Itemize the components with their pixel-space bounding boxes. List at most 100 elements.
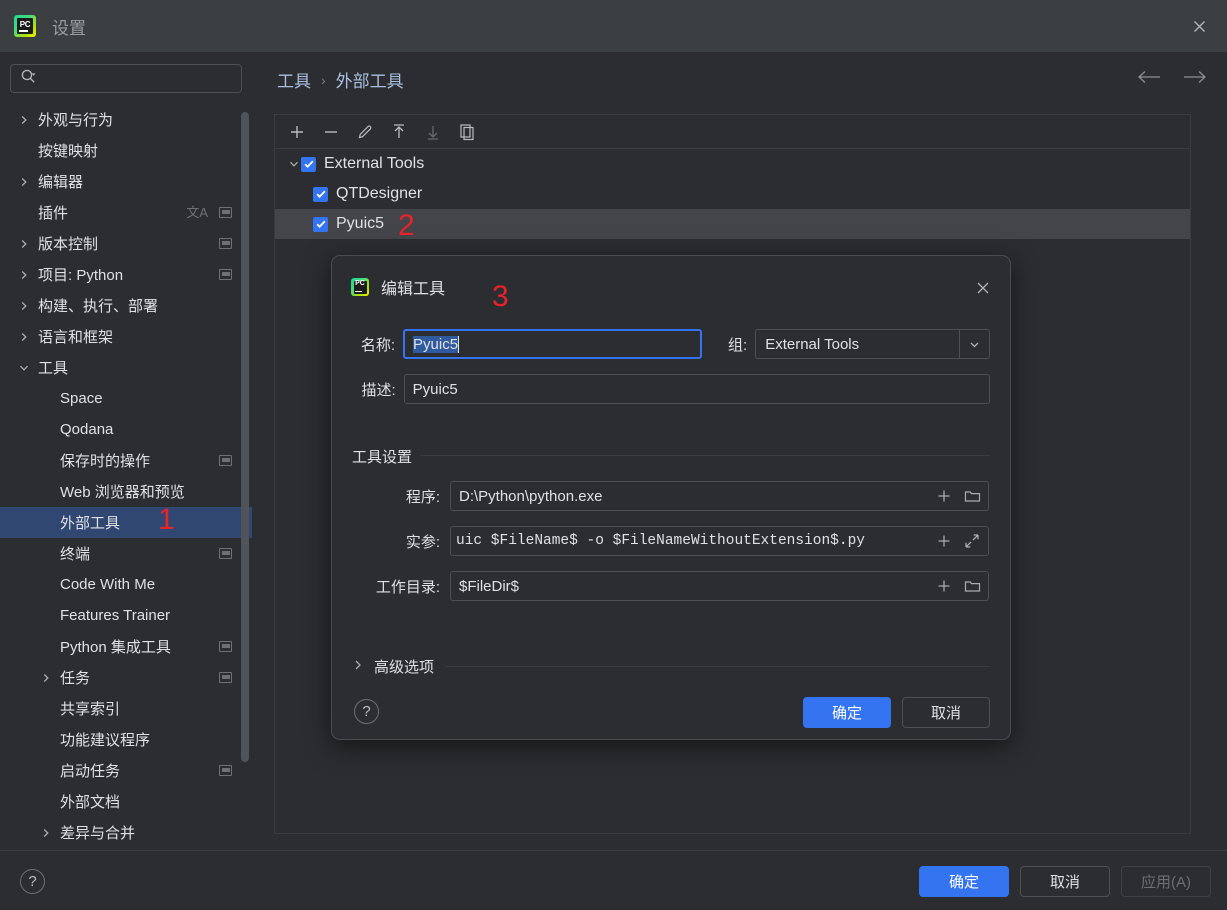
sidebar-item-21[interactable]: 启动任务 — [0, 755, 252, 786]
advanced-options-toggle[interactable]: 高级选项 — [352, 656, 990, 677]
chevron-right-icon[interactable] — [40, 672, 52, 684]
group-select[interactable]: External Tools — [755, 329, 990, 359]
dialog-ok-button[interactable]: 确定 — [803, 697, 891, 728]
sidebar-item-18[interactable]: 任务 — [0, 662, 252, 693]
checkbox[interactable] — [313, 186, 328, 202]
sidebar-item-badges — [219, 269, 232, 280]
table-row[interactable]: QTDesigner — [275, 179, 1190, 209]
breadcrumb-parent[interactable]: 工具 — [277, 67, 311, 92]
sidebar-item-label: 共享索引 — [60, 701, 121, 718]
sidebar-item-label: 语言和框架 — [38, 329, 114, 346]
description-input[interactable]: Pyuic5 — [403, 374, 990, 404]
sidebar-item-label: 保存时的操作 — [60, 453, 151, 470]
sidebar-scrollbar[interactable] — [241, 112, 249, 762]
sidebar-item-badges — [219, 641, 232, 652]
arguments-input[interactable]: uic $FileName$ -o $FileNameWithoutExtens… — [450, 526, 989, 556]
copy-button[interactable] — [454, 119, 480, 145]
close-icon[interactable] — [972, 277, 994, 299]
footer-help-button[interactable]: ? — [20, 869, 45, 894]
tool-settings-title: 工具设置 — [352, 446, 421, 467]
sidebar-item-10[interactable]: Qodana — [0, 414, 252, 445]
add-button[interactable] — [284, 119, 310, 145]
plus-icon[interactable] — [934, 486, 954, 506]
sidebar-item-22[interactable]: 外部文档 — [0, 786, 252, 817]
sidebar-item-7[interactable]: 语言和框架 — [0, 321, 252, 352]
dialog-cancel-button[interactable]: 取消 — [902, 697, 990, 728]
plus-icon[interactable] — [934, 531, 954, 551]
chevron-down-icon[interactable] — [18, 362, 30, 374]
footer-ok-button[interactable]: 确定 — [919, 866, 1009, 897]
move-up-button[interactable] — [386, 119, 412, 145]
chevron-right-icon[interactable] — [18, 114, 30, 126]
sidebar-item-label: 版本控制 — [38, 236, 99, 253]
sidebar-item-3[interactable]: 插件 文A — [0, 197, 252, 228]
arrow-right-icon[interactable] — [1182, 69, 1208, 85]
sidebar-item-23[interactable]: 差异与合并 — [0, 817, 252, 848]
table-row[interactable]: External Tools — [275, 149, 1190, 179]
sidebar-item-20[interactable]: 功能建议程序 — [0, 724, 252, 755]
name-input[interactable]: Pyuic5 — [403, 329, 702, 359]
advanced-divider — [446, 666, 990, 667]
tree-item-label: QTDesigner — [336, 185, 423, 202]
search-input[interactable] — [43, 71, 223, 86]
sidebar-item-8[interactable]: 工具 — [0, 352, 252, 383]
name-input-value: Pyuic5 — [413, 335, 459, 353]
sidebar-item-1[interactable]: 按键映射 — [0, 135, 252, 166]
sidebar-item-13[interactable]: 外部工具 — [0, 507, 252, 538]
sidebar-item-5[interactable]: 项目: Python — [0, 259, 252, 290]
chevron-down-icon[interactable] — [287, 158, 301, 170]
checkbox[interactable] — [313, 216, 328, 232]
sidebar-item-label: 插件 — [38, 205, 69, 222]
sidebar-item-16[interactable]: Features Trainer — [0, 600, 252, 631]
close-icon[interactable] — [1187, 14, 1211, 38]
dialog-title: 编辑工具 — [381, 281, 446, 298]
chevron-down-icon[interactable] — [958, 330, 989, 358]
checkbox[interactable] — [301, 156, 316, 172]
sidebar-item-11[interactable]: 保存时的操作 — [0, 445, 252, 476]
edit-button[interactable] — [352, 119, 378, 145]
arrow-left-icon[interactable] — [1136, 69, 1162, 85]
sidebar-item-14[interactable]: 终端 — [0, 538, 252, 569]
chevron-right-icon[interactable] — [40, 827, 52, 839]
sidebar-item-15[interactable]: Code With Me — [0, 569, 252, 600]
move-down-button[interactable] — [420, 119, 446, 145]
working-dir-input[interactable]: $FileDir$ — [450, 571, 989, 601]
sidebar-item-label: 外观与行为 — [38, 112, 114, 129]
folder-icon[interactable] — [962, 576, 982, 596]
dialog-help-button[interactable]: ? — [354, 699, 379, 724]
sidebar-item-4[interactable]: 版本控制 — [0, 228, 252, 259]
working-dir-value: $FileDir$ — [459, 577, 520, 595]
footer-cancel-button[interactable]: 取消 — [1020, 866, 1110, 897]
window-badge-icon — [219, 269, 232, 280]
expand-arrows-icon[interactable] — [962, 531, 982, 551]
chevron-right-icon — [352, 658, 364, 676]
plus-icon[interactable] — [934, 576, 954, 596]
window-badge-icon — [219, 207, 232, 218]
chevron-right-icon[interactable] — [18, 331, 30, 343]
remove-button[interactable] — [318, 119, 344, 145]
tree-item-label: Pyuic5 — [336, 215, 385, 232]
settings-sidebar[interactable]: 外观与行为按键映射 编辑器 插件 文A 版本控制项目: Python 构建、执行、部署语言… — [0, 104, 252, 850]
sidebar-item-2[interactable]: 编辑器 — [0, 166, 252, 197]
table-row[interactable]: Pyuic5 2 — [275, 209, 1190, 241]
sidebar-item-label: 功能建议程序 — [60, 732, 151, 749]
name-label: 名称: — [360, 336, 396, 354]
sidebar-item-19[interactable]: 共享索引 — [0, 693, 252, 724]
sidebar-item-6[interactable]: 构建、执行、部署 — [0, 290, 252, 321]
folder-icon[interactable] — [962, 486, 982, 506]
name-row: 名称: Pyuic5 组: External Tools — [352, 329, 990, 359]
program-input[interactable]: D:\Python\python.exe — [450, 481, 989, 511]
sidebar-item-17[interactable]: Python 集成工具 — [0, 631, 252, 662]
sidebar-item-9[interactable]: Space — [0, 383, 252, 414]
window-badge-icon — [219, 765, 232, 776]
sidebar-item-12[interactable]: Web 浏览器和预览 — [0, 476, 252, 507]
chevron-right-icon[interactable] — [18, 269, 30, 281]
chevron-right-icon[interactable] — [18, 238, 30, 250]
search-box[interactable] — [10, 64, 242, 93]
footer-apply-button[interactable]: 应用(A) — [1121, 866, 1211, 897]
sidebar-item-0[interactable]: 外观与行为 — [0, 104, 252, 135]
sidebar-item-label: 差异与合并 — [60, 825, 136, 842]
description-label: 描述: — [361, 381, 396, 399]
chevron-right-icon[interactable] — [18, 176, 30, 188]
chevron-right-icon[interactable] — [18, 300, 30, 312]
